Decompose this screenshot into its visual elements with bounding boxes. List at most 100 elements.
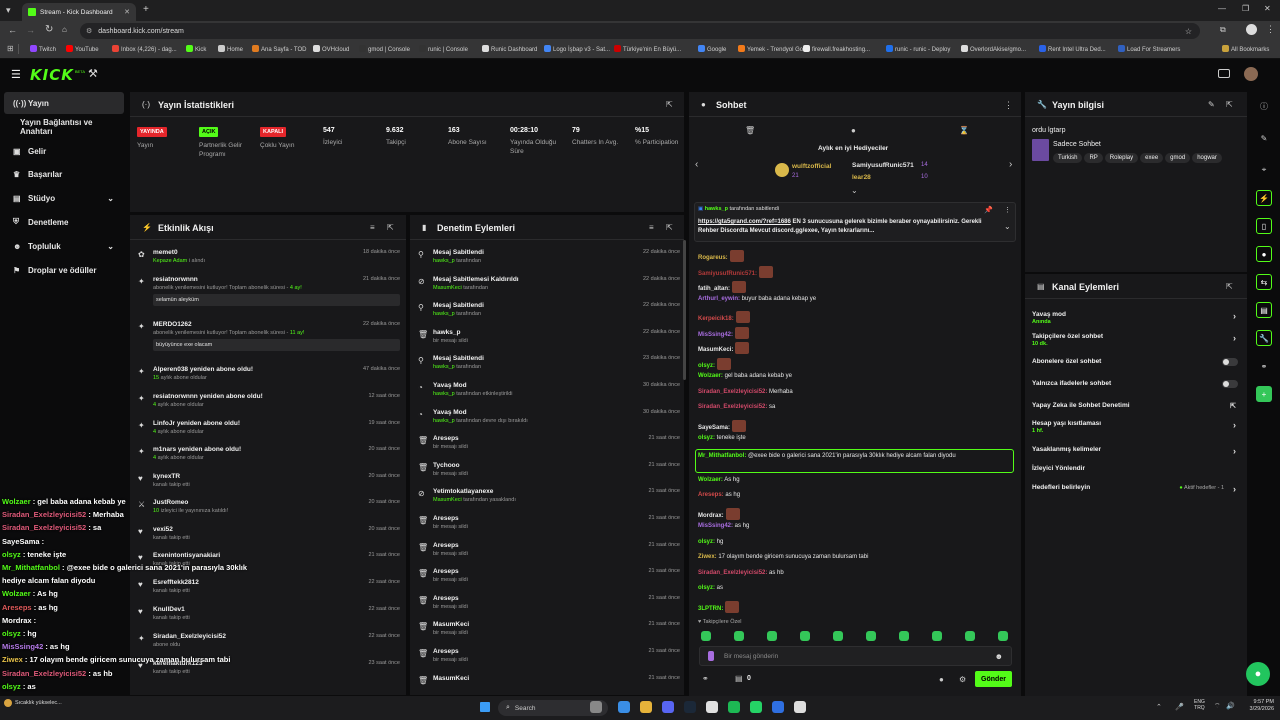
sidebar-item-gelir[interactable]: ▣ Gelir: [0, 140, 126, 162]
whatsapp-icon[interactable]: [750, 701, 762, 713]
chat-input[interactable]: Bir mesaj gönderin ☻: [699, 646, 1012, 666]
stream-tag[interactable]: Roleplay: [1104, 153, 1139, 163]
sidebar-item-denetleme[interactable]: ⛨ Denetleme: [0, 211, 126, 233]
quick-emote-icon[interactable]: [866, 631, 876, 641]
quick-emote-icon[interactable]: [734, 631, 744, 641]
chat-message[interactable]: MasumKeci:: [698, 342, 750, 354]
chat-username[interactable]: olsyz:: [698, 435, 715, 441]
activity-item[interactable]: ✦ Siradan_Exelzleyicisi52 abone oldu 22 …: [138, 633, 400, 648]
chat-message[interactable]: olsyz:: [698, 358, 732, 370]
chat-message[interactable]: Siradan_Exelzleyicisi52: sa: [698, 404, 775, 410]
chat-message[interactable]: Mr_Mithatfanbol: @exee bide o galerici s…: [698, 452, 1003, 461]
chat-username[interactable]: Siradan_Exelzleyicisi52:: [698, 570, 767, 576]
chat-username[interactable]: SamiyusufRunic571:: [698, 271, 757, 277]
pinned-by[interactable]: hawks_p: [705, 206, 728, 212]
quick-emote-icon[interactable]: [965, 631, 975, 641]
toggle-switch[interactable]: [1222, 380, 1238, 388]
chat-username[interactable]: Arthurl_eywin:: [698, 296, 740, 302]
language-indicator[interactable]: ENG TRQ: [1194, 699, 1205, 711]
chat-username[interactable]: Wolzaer:: [698, 373, 723, 379]
gifters-next-icon[interactable]: ›: [1009, 159, 1012, 170]
mic-icon[interactable]: 🎤: [1175, 703, 1184, 711]
moderation-item[interactable]: ⊘ Yetimtokatlayanexe MasumKeci tarafında…: [418, 488, 680, 503]
help-chat-button[interactable]: ●: [1246, 662, 1270, 686]
sidebar-item-studyo[interactable]: ▤ Stüdyo ⌄: [0, 187, 126, 209]
moderation-item[interactable]: ⚲ Mesaj Sabitlendi hawks_p tarafından 22…: [418, 249, 680, 264]
windows-start-icon[interactable]: [480, 702, 490, 712]
activity-item[interactable]: ✦ resiatnorwnnn yeniden abone oldu! 4 ay…: [138, 393, 400, 408]
chrome-icon[interactable]: [706, 701, 718, 713]
bookmark-item[interactable]: runic | Console: [419, 45, 468, 53]
activity-item[interactable]: ♥ vexi52 kanalı takip etti 20 saat önce: [138, 526, 400, 541]
chevron-down-icon[interactable]: ⌄: [1004, 222, 1011, 231]
tab-search-icon[interactable]: ▾: [6, 5, 11, 16]
bookmark-item[interactable]: Kick: [186, 45, 206, 53]
url-input[interactable]: ⚙ dashboard.kick.com/stream ☆: [80, 23, 1200, 39]
category-thumbnail[interactable]: [1032, 139, 1049, 161]
popout-icon[interactable]: ⇱: [1226, 100, 1233, 109]
discord-icon[interactable]: [662, 701, 674, 713]
chat-message[interactable]: SamiyusufRunic571:: [698, 266, 774, 278]
chat-username[interactable]: Kerpeicik18:: [698, 316, 734, 322]
channel-action-item[interactable]: Yapay Zeka ile Sohbet Denetimi ⇱: [1032, 402, 1238, 410]
kick-logo[interactable]: KICK BETA: [30, 66, 85, 84]
activity-item[interactable]: ⚔ JustRomeo 10 izleyici ile yayınınıza k…: [138, 499, 400, 514]
tab-close-icon[interactable]: ✕: [124, 8, 130, 16]
pen-rail-icon[interactable]: ✎: [1256, 130, 1272, 146]
quick-emote-icon[interactable]: [833, 631, 843, 641]
moderation-item[interactable]: 🗑 Areseps bir mesajı sildi 21 saat önce: [418, 515, 680, 530]
activity-item[interactable]: ✦ Alperen038 yeniden abone oldu! 15 aylı…: [138, 366, 400, 381]
send-button[interactable]: Gönder: [975, 671, 1012, 687]
wrench-rail-icon[interactable]: 🔧: [1256, 330, 1272, 346]
bookmark-star-icon[interactable]: ☆: [1185, 27, 1192, 36]
chat-message[interactable]: 3LPTRN:: [698, 601, 740, 613]
chat-bubble-icon[interactable]: ●: [939, 675, 944, 684]
extensions-icon[interactable]: ⧉: [1220, 25, 1226, 35]
chat-message[interactable]: MisSsing42:: [698, 327, 750, 339]
moderation-item[interactable]: 🗑 Areseps bir mesajı sildi 21 saat önce: [418, 568, 680, 583]
chat-username[interactable]: Mr_Mithatfanbol:: [698, 453, 746, 459]
forward-button[interactable]: →: [26, 25, 35, 35]
apps-grid-icon[interactable]: ⊞: [7, 44, 14, 53]
quick-emote-icon[interactable]: [899, 631, 909, 641]
chat-message[interactable]: olsyz: hg: [698, 539, 723, 545]
maximize-button[interactable]: ❐: [1242, 4, 1249, 13]
folder-icon[interactable]: [640, 701, 652, 713]
user-avatar[interactable]: [1244, 67, 1258, 81]
window-close-button[interactable]: ✕: [1264, 4, 1271, 13]
stream-tag[interactable]: hogwar: [1192, 153, 1222, 163]
add-widget-rail-icon[interactable]: +: [1256, 386, 1272, 402]
quick-actions-icon[interactable]: ⚒: [88, 67, 98, 80]
chat-username[interactable]: SayeSama:: [698, 425, 730, 431]
quick-emote-icon[interactable]: [932, 631, 942, 641]
chat-settings-icon[interactable]: ⚙: [959, 675, 966, 684]
spotify-icon[interactable]: [728, 701, 740, 713]
chat-message[interactable]: Rogareus:: [698, 250, 744, 262]
chat-message[interactable]: Wolzaer: As hg: [698, 477, 740, 483]
moderation-item[interactable]: 🗑 hawks_p bir mesajı sildi 22 dakika önc…: [418, 329, 680, 344]
moderation-item[interactable]: 🗑 MasumKeci 21 saat önce: [418, 675, 680, 685]
channel-action-item[interactable]: Hesap yaşı kısıtlaması 1 hf. ›: [1032, 420, 1238, 434]
bookmark-item[interactable]: Ana Sayfa - TOD: [252, 45, 306, 53]
chat-message[interactable]: MisSsing42: as hg: [698, 523, 749, 529]
popout-icon[interactable]: ⇱: [666, 100, 673, 109]
chat-username[interactable]: MasumKeci:: [698, 347, 733, 353]
chat-username[interactable]: olsyz:: [698, 363, 715, 369]
stream-tag[interactable]: Turkish: [1053, 153, 1083, 163]
chat-username[interactable]: Siradan_Exelzleyicisi52:: [698, 404, 767, 410]
chat-username[interactable]: olsyz:: [698, 585, 715, 591]
moderation-item[interactable]: 🗑 Areseps bir mesajı sildi 21 saat önce: [418, 648, 680, 663]
copilot-icon[interactable]: [590, 701, 602, 713]
activity-item[interactable]: ♥ Esrefftekk2812 kanalı takip etti 22 sa…: [138, 579, 400, 594]
chat-message[interactable]: Kerpeicik18:: [698, 311, 750, 323]
target-rail-icon[interactable]: ⌖: [1256, 162, 1272, 178]
sidebar-item-topluluk[interactable]: ☻ Topluluk ⌄: [0, 235, 126, 257]
moderation-item[interactable]: 🗑 Areseps bir mesajı sildi 21 saat önce: [418, 435, 680, 450]
moderation-item[interactable]: 🗑 MasumKeci bir mesajı sildi 21 saat önc…: [418, 621, 680, 636]
channel-action-item[interactable]: Takipçilere özel sohbet 10 dk. ›: [1032, 333, 1238, 347]
quick-emote-icon[interactable]: [767, 631, 777, 641]
emoji-icon[interactable]: ☻: [995, 652, 1003, 661]
chat-username[interactable]: olsyz:: [698, 539, 715, 545]
moderation-item[interactable]: ◔ Yavaş Mod hawks_p tarafından devre dış…: [418, 409, 680, 424]
moderation-item[interactable]: ⊘ Mesaj Sabitlemesi Kaldırıldı MasumKeci…: [418, 276, 680, 291]
